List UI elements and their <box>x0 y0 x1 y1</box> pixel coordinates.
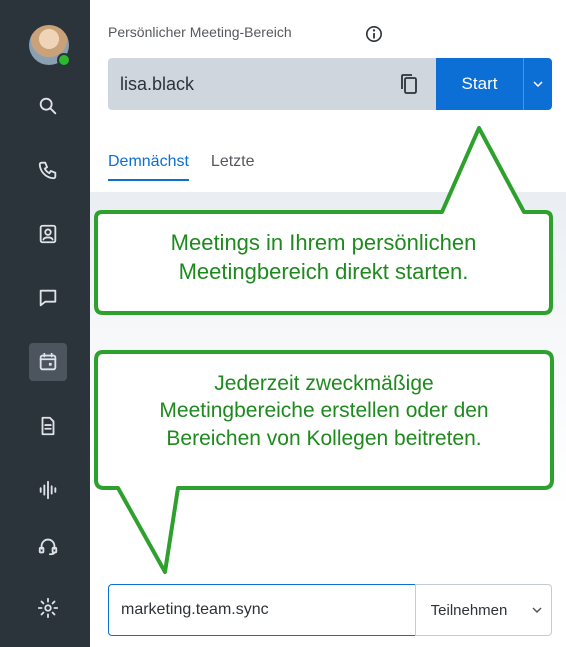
callout-bottom-line-2: Meetingbereiche erstellen oder den <box>159 399 489 423</box>
start-dropdown-button[interactable] <box>523 58 552 110</box>
callout-bottom-text: Jederzeit zweckmäßige Meetingbereiche er… <box>96 370 552 452</box>
info-icon[interactable] <box>365 25 383 43</box>
chevron-down-icon <box>531 607 542 614</box>
sidebar <box>0 0 90 647</box>
sidebar-item-messaging[interactable] <box>29 279 67 317</box>
meeting-tabs: Demnächst Letzte <box>108 153 255 181</box>
start-button[interactable]: Start <box>436 58 523 110</box>
pmr-name: lisa.black <box>120 74 195 94</box>
tab-upcoming[interactable]: Demnächst <box>108 153 189 181</box>
sidebar-item-settings[interactable] <box>29 589 67 627</box>
callout-top-text: Meetings in Ihrem persönlichen Meetingbe… <box>96 229 551 286</box>
join-dropdown-button[interactable] <box>522 584 552 636</box>
sidebar-item-meetings[interactable] <box>29 343 67 381</box>
contacts-icon <box>39 224 57 244</box>
gear-icon <box>37 597 59 619</box>
search-icon <box>39 97 57 115</box>
waveform-icon <box>39 480 57 500</box>
sidebar-item-search[interactable] <box>29 87 67 125</box>
presence-indicator <box>57 53 71 67</box>
pmr-title: Persönlicher Meeting-Bereich <box>108 24 292 40</box>
copy-icon[interactable] <box>398 72 420 96</box>
join-button[interactable]: Teilnehmen <box>415 584 523 636</box>
sidebar-item-calls[interactable] <box>29 151 67 189</box>
callout-top-line-2: Meetingbereich direkt starten. <box>178 258 469 284</box>
callout-top-line-1: Meetings in Ihrem persönlichen <box>170 230 477 255</box>
main-panel: Persönlicher Meeting-Bereich lisa.black … <box>90 0 566 647</box>
sidebar-item-help[interactable] <box>29 527 67 565</box>
join-meeting-input[interactable] <box>108 584 416 636</box>
sidebar-item-contacts[interactable] <box>29 215 67 253</box>
tab-recent[interactable]: Letzte <box>211 153 255 181</box>
phone-icon <box>38 161 57 180</box>
calendar-icon <box>39 352 57 371</box>
chat-icon <box>39 289 57 307</box>
document-icon <box>41 416 55 436</box>
headset-icon <box>38 538 58 556</box>
avatar[interactable] <box>29 25 71 67</box>
pmr-field: lisa.black <box>108 58 455 110</box>
callout-bottom-line-3: Bereichen von Kollegen beitreten. <box>166 426 482 450</box>
sidebar-item-voicemail[interactable] <box>29 407 67 445</box>
chevron-down-icon <box>533 81 543 88</box>
sidebar-item-analytics[interactable] <box>29 471 67 509</box>
callout-bottom-line-1: Jederzeit zweckmäßige <box>214 372 434 395</box>
